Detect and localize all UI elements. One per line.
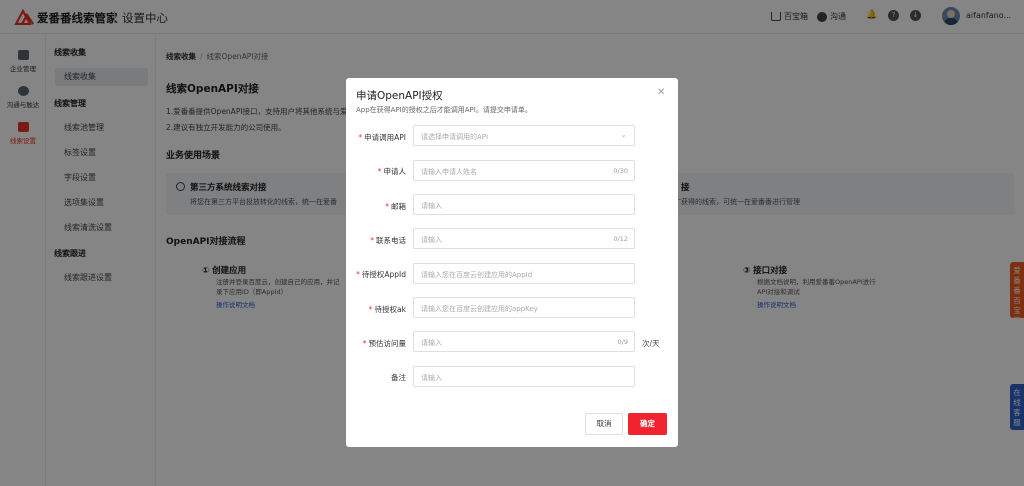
close-icon[interactable]: ✕ [657, 87, 665, 98]
applicant-field-label: * 申请人 [377, 167, 406, 176]
remark-input[interactable]: 请输入 [413, 366, 635, 387]
dialog-subtitle: App在获得API的授权之后才能调用API。请提交申请单。 [356, 106, 532, 114]
appid-input[interactable]: 请输入您在百度云创建应用的AppId [413, 263, 635, 284]
dialog-title: 申请OpenAPI授权 [356, 90, 443, 102]
api-select-placeholder: 请选择申请调用的API [421, 133, 489, 141]
remark-placeholder: 请输入 [421, 374, 442, 382]
ak-field-label: * 待授权ak [368, 305, 406, 314]
phone-placeholder: 请输入 [421, 236, 442, 244]
traffic-input[interactable]: 请输入 0/9 [413, 331, 635, 352]
ak-input[interactable]: 请输入您在百度云创建应用的appKey [413, 297, 635, 318]
applicant-placeholder: 请输入申请人姓名 [421, 168, 477, 176]
required-mark: * [385, 202, 389, 211]
email-field[interactable]: 请输入 [413, 194, 635, 215]
api-field-label: * 申请调用API [358, 133, 406, 142]
traffic-char-counter: 0/9 [617, 338, 628, 346]
traffic-placeholder: 请输入 [421, 339, 442, 347]
required-mark: * [368, 305, 373, 314]
email-placeholder: 请输入 [421, 202, 442, 210]
phone-char-counter: 0/12 [613, 235, 628, 243]
traffic-field-label: * 预估访问量 [362, 339, 406, 348]
required-mark: * [358, 133, 363, 142]
applicant-char-counter: 0/30 [613, 167, 628, 175]
applicant-input[interactable]: 请输入申请人姓名 0/30 [413, 160, 635, 181]
remark-field-label: 备注 [391, 373, 406, 382]
api-select[interactable]: 请选择申请调用的API ⌄ [413, 125, 635, 146]
required-mark: * [370, 236, 374, 245]
phone-field[interactable]: 请输入 0/12 [413, 228, 635, 249]
phone-field-label: * 联系电话 [370, 236, 406, 245]
appid-field-label: * 待授权AppId [356, 270, 406, 279]
email-field-label: * 邮箱 [385, 202, 406, 211]
required-mark: * [377, 167, 382, 176]
required-mark: * [362, 339, 367, 348]
chevron-down-icon: ⌄ [620, 130, 627, 139]
traffic-unit: 次/天 [642, 339, 660, 348]
ak-placeholder: 请输入您在百度云创建应用的appKey [421, 305, 538, 313]
confirm-button[interactable]: 确定 [628, 413, 667, 435]
openapi-apply-dialog: 申请OpenAPI授权 App在获得API的授权之后才能调用API。请提交申请单… [346, 78, 678, 447]
appid-placeholder: 请输入您在百度云创建应用的AppId [421, 271, 533, 279]
cancel-button[interactable]: 取消 [585, 413, 623, 435]
required-mark: * [356, 270, 360, 279]
